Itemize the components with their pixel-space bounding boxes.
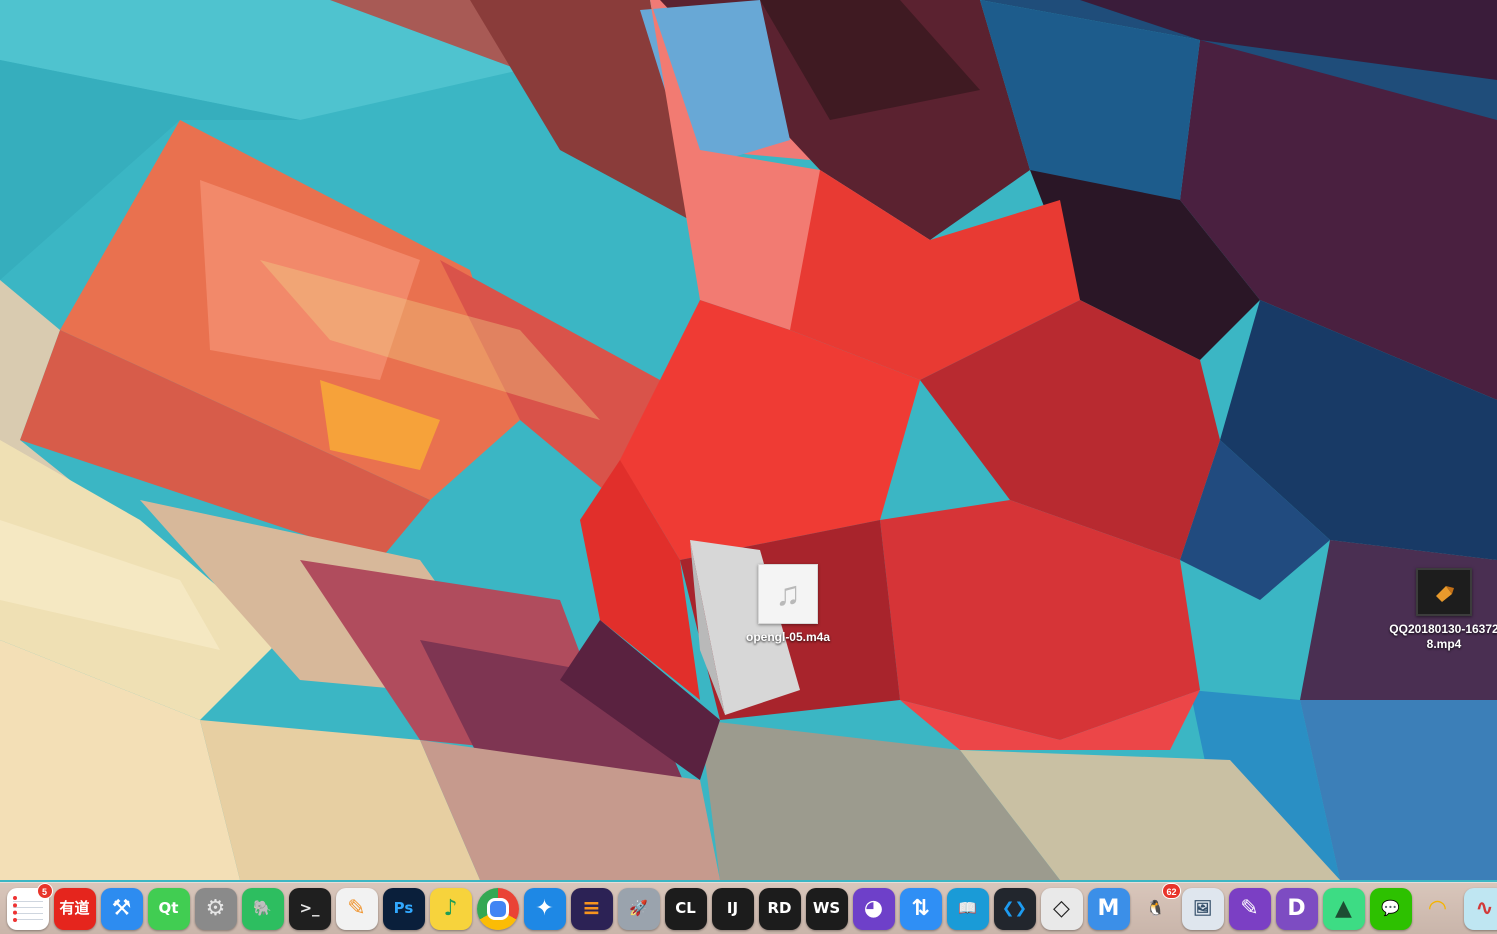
- dock-item-system-preferences[interactable]: ⚙: [194, 887, 237, 930]
- unity-icon: ◇: [1053, 895, 1070, 921]
- dock-item-photoshop[interactable]: Ps: [382, 887, 425, 930]
- dock-item-transmit[interactable]: ⇅: [899, 887, 942, 930]
- dock-item-wechat[interactable]: 💬: [1369, 887, 1412, 930]
- dock-item-rider[interactable]: RD: [758, 887, 801, 930]
- dock-item-kindle[interactable]: 📖: [946, 887, 989, 930]
- launchpad-icon: 🚀: [629, 899, 648, 917]
- dock-item-clion[interactable]: CL: [664, 887, 707, 930]
- markdown-editor-icon: M: [1097, 895, 1120, 921]
- wechat-icon: 💬: [1381, 899, 1400, 917]
- dock-item-qt[interactable]: Qt: [147, 887, 190, 930]
- visual-studio-code-icon: ❮❯: [1001, 899, 1028, 917]
- dock-item-markdown[interactable]: M: [1087, 887, 1130, 930]
- notification-badge: 5: [36, 882, 53, 899]
- dock-item-intellij[interactable]: IJ: [711, 887, 754, 930]
- dock-item-chrome[interactable]: [476, 887, 519, 930]
- webstorm-icon: WS: [812, 899, 841, 917]
- pages-icon: ✎: [347, 895, 366, 921]
- dash-docs-icon: D: [1287, 895, 1306, 921]
- dock-item-qq-music[interactable]: ♪: [429, 887, 472, 930]
- desktop-file-audio[interactable]: ♫ opengl-05.m4a: [733, 564, 843, 645]
- dock-item-reminders[interactable]: 5: [6, 882, 53, 930]
- qt-creator-icon: Qt: [158, 899, 179, 917]
- reminders-list-icon: [12, 895, 43, 922]
- intellij-idea-icon: IJ: [726, 899, 739, 917]
- dock-item-launchpad[interactable]: 🚀: [617, 887, 660, 930]
- dock-item-safari[interactable]: ✦: [523, 887, 566, 930]
- dock-item-eclipse[interactable]: ≡: [570, 887, 613, 930]
- eclipse-icon: ≡: [582, 895, 601, 921]
- dock-item-xcode[interactable]: ⚒: [100, 887, 143, 930]
- github-desktop-icon: ◕: [863, 895, 884, 921]
- dock-item-pencil[interactable]: ✎: [1228, 887, 1271, 930]
- dock-item-github[interactable]: ◕: [852, 887, 895, 930]
- desktop[interactable]: ♫ opengl-05.m4a QQ20180130-163728.mp4 5有…: [0, 0, 1497, 934]
- terminal-icon: >_: [299, 899, 320, 917]
- android-studio-icon: ▲: [1335, 895, 1352, 921]
- dock-item-youdao[interactable]: 有道: [53, 887, 96, 930]
- system-preferences-icon: ⚙: [205, 895, 226, 921]
- audio-waveform-icon: ∿: [1475, 895, 1494, 921]
- dock-item-audio-wave[interactable]: ∿: [1463, 887, 1497, 930]
- dock-item-pages[interactable]: ✎: [335, 887, 378, 930]
- dock: 5 有道 ⚒ Qt ⚙ 🐘 >_ ✎ Ps ♪ ✦ ≡ 🚀 CL IJ RD WS ◕ ⇅ 📖 ❮❯ ◇ M 🐧 62 🖼 ✎ D ▲ 💬…: [0, 882, 1497, 934]
- qq-music-icon: ♪: [443, 895, 458, 921]
- evernote-icon: 🐘: [253, 899, 272, 917]
- preview-photos-icon: 🖼: [1192, 899, 1213, 917]
- dock-item-webstorm[interactable]: WS: [805, 887, 848, 930]
- kindle-icon: 📖: [958, 899, 977, 917]
- youdao-dictionary-icon: 有道: [59, 899, 90, 917]
- dock-item-evernote[interactable]: 🐘: [241, 887, 284, 930]
- xcode-icon: ⚒: [111, 895, 132, 921]
- wifi-signal-icon: ◠: [1429, 895, 1446, 921]
- dock-item-vscode[interactable]: ❮❯: [993, 887, 1036, 930]
- desktop-file-label: opengl-05.m4a: [745, 630, 831, 644]
- dock-item-terminal[interactable]: >_: [288, 887, 331, 930]
- video-file-icon: [1416, 568, 1472, 616]
- safari-icon: ✦: [535, 895, 554, 921]
- desktop-file-label: QQ20180130-163728.mp4: [1389, 622, 1497, 651]
- chrome-center-icon: [486, 897, 509, 920]
- desktop-file-video[interactable]: QQ20180130-163728.mp4: [1389, 568, 1497, 652]
- dock-item-qq[interactable]: 🐧 62: [1135, 882, 1181, 930]
- dock-item-wifi[interactable]: ◠: [1417, 888, 1459, 930]
- photoshop-icon: Ps: [393, 899, 414, 917]
- music-note-icon: ♫: [758, 564, 818, 624]
- wallpaper-image: [0, 0, 1497, 934]
- clion-icon: CL: [675, 899, 696, 917]
- dock-item-unity[interactable]: ◇: [1040, 887, 1083, 930]
- rider-icon: RD: [767, 899, 792, 917]
- upload-download-icon: ⇅: [911, 895, 930, 921]
- pencil-app-icon: ✎: [1240, 895, 1259, 921]
- qq-penguin-icon: 🐧: [1146, 899, 1165, 917]
- dock-item-preview[interactable]: 🖼: [1181, 887, 1224, 930]
- notification-badge: 62: [1162, 882, 1181, 899]
- dock-item-dash[interactable]: D: [1275, 887, 1318, 930]
- dock-item-android-studio[interactable]: ▲: [1322, 887, 1365, 930]
